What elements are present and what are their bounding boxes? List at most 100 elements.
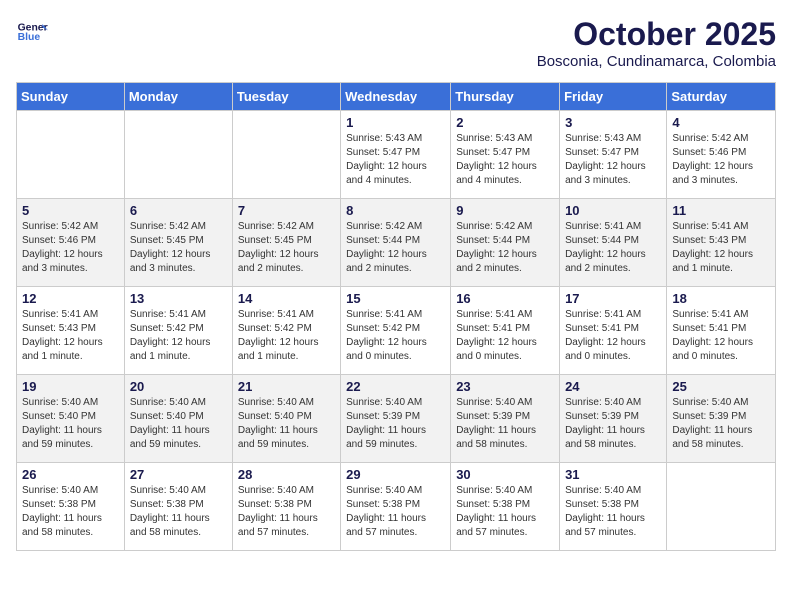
header-day-tuesday: Tuesday (232, 83, 340, 111)
calendar-cell: 27Sunrise: 5:40 AM Sunset: 5:38 PM Dayli… (124, 463, 232, 551)
day-info: Sunrise: 5:40 AM Sunset: 5:39 PM Dayligh… (346, 396, 445, 452)
day-info: Sunrise: 5:40 AM Sunset: 5:40 PM Dayligh… (22, 396, 119, 452)
calendar-cell: 10 Sunrise: 5:41 AM Sunset: 5:44 PM Dayli… (560, 199, 667, 287)
calendar-cell: 16Sunrise: 5:41 AM Sunset: 5:41 PM Dayli… (451, 287, 560, 375)
day-info: Sunrise: 5:40 AM Sunset: 5:39 PM Dayligh… (672, 396, 770, 452)
title-area: October 2025 Bosconia, Cundinamarca, Col… (537, 16, 776, 70)
day-info: Sunrise: 5:43 AM Sunset: 5:47 PM Dayligh… (346, 132, 445, 188)
calendar-cell: 20 Sunrise: 5:40 AM Sunset: 5:40 PM Dayli… (124, 375, 232, 463)
day-number: 29 (346, 467, 445, 482)
day-info: Sunrise: 5:42 AM Sunset: 5:45 PM Dayligh… (238, 220, 335, 276)
day-info: Sunrise: 5:41 AM Sunset: 5:41 PM Dayligh… (565, 308, 661, 364)
calendar-cell: 3Sunrise: 5:43 AM Sunset: 5:47 PM Daylig… (560, 111, 667, 199)
header-row: SundayMondayTuesdayWednesdayThursdayFrid… (17, 83, 776, 111)
calendar-cell: 4Sunrise: 5:42 AM Sunset: 5:46 PM Daylig… (667, 111, 776, 199)
calendar-cell: 8 Sunrise: 5:42 AM Sunset: 5:44 PM Daylig… (341, 199, 451, 287)
header-day-wednesday: Wednesday (341, 83, 451, 111)
day-number: 2 (456, 115, 554, 130)
calendar-table: SundayMondayTuesdayWednesdayThursdayFrid… (16, 82, 776, 551)
calendar-cell: 15 Sunrise: 5:41 AM Sunset: 5:42 PM Dayli… (341, 287, 451, 375)
day-number: 30 (456, 467, 554, 482)
calendar-cell: 12Sunrise: 5:41 AM Sunset: 5:43 PM Dayli… (17, 287, 125, 375)
day-info: Sunrise: 5:40 AM Sunset: 5:39 PM Dayligh… (565, 396, 661, 452)
calendar-cell: 18Sunrise: 5:41 AM Sunset: 5:41 PM Dayli… (667, 287, 776, 375)
day-info: Sunrise: 5:42 AM Sunset: 5:46 PM Dayligh… (22, 220, 119, 276)
day-number: 6 (130, 203, 227, 218)
calendar-cell: 11 Sunrise: 5:41 AM Sunset: 5:43 PM Dayli… (667, 199, 776, 287)
day-number: 10 (565, 203, 661, 218)
calendar-cell: 30 Sunrise: 5:40 AM Sunset: 5:38 PM Dayli… (451, 463, 560, 551)
day-info: Sunrise: 5:40 AM Sunset: 5:38 PM Dayligh… (346, 484, 445, 540)
day-number: 11 (672, 203, 770, 218)
calendar-cell (17, 111, 125, 199)
calendar-cell: 19 Sunrise: 5:40 AM Sunset: 5:40 PM Dayli… (17, 375, 125, 463)
day-info: Sunrise: 5:40 AM Sunset: 5:38 PM Dayligh… (565, 484, 661, 540)
week-row-1: 1 Sunrise: 5:43 AM Sunset: 5:47 PM Daylig… (17, 111, 776, 199)
calendar-cell: 7 Sunrise: 5:42 AM Sunset: 5:45 PM Daylig… (232, 199, 340, 287)
week-row-4: 19 Sunrise: 5:40 AM Sunset: 5:40 PM Dayli… (17, 375, 776, 463)
day-number: 7 (238, 203, 335, 218)
calendar-cell (667, 463, 776, 551)
day-number: 9 (456, 203, 554, 218)
day-info: Sunrise: 5:40 AM Sunset: 5:38 PM Dayligh… (22, 484, 119, 540)
day-info: Sunrise: 5:42 AM Sunset: 5:44 PM Dayligh… (346, 220, 445, 276)
day-info: Sunrise: 5:41 AM Sunset: 5:42 PM Dayligh… (238, 308, 335, 364)
calendar-cell: 31 Sunrise: 5:40 AM Sunset: 5:38 PM Dayli… (560, 463, 667, 551)
day-info: Sunrise: 5:40 AM Sunset: 5:38 PM Dayligh… (130, 484, 227, 540)
day-number: 18 (672, 291, 770, 306)
day-info: Sunrise: 5:42 AM Sunset: 5:45 PM Dayligh… (130, 220, 227, 276)
day-info: Sunrise: 5:40 AM Sunset: 5:39 PM Dayligh… (456, 396, 554, 452)
calendar-cell: 25 Sunrise: 5:40 AM Sunset: 5:39 PM Dayli… (667, 375, 776, 463)
day-number: 13 (130, 291, 227, 306)
header-day-monday: Monday (124, 83, 232, 111)
day-info: Sunrise: 5:40 AM Sunset: 5:38 PM Dayligh… (238, 484, 335, 540)
week-row-3: 12Sunrise: 5:41 AM Sunset: 5:43 PM Dayli… (17, 287, 776, 375)
day-number: 25 (672, 379, 770, 394)
month-title: October 2025 (537, 16, 776, 53)
day-number: 5 (22, 203, 119, 218)
calendar-cell: 28Sunrise: 5:40 AM Sunset: 5:38 PM Dayli… (232, 463, 340, 551)
calendar-cell: 13Sunrise: 5:41 AM Sunset: 5:42 PM Dayli… (124, 287, 232, 375)
calendar-cell: 23 Sunrise: 5:40 AM Sunset: 5:39 PM Dayli… (451, 375, 560, 463)
calendar-cell: 17 Sunrise: 5:41 AM Sunset: 5:41 PM Dayli… (560, 287, 667, 375)
day-number: 1 (346, 115, 445, 130)
day-info: Sunrise: 5:40 AM Sunset: 5:38 PM Dayligh… (456, 484, 554, 540)
logo-icon: General Blue (16, 16, 48, 48)
week-row-2: 5 Sunrise: 5:42 AM Sunset: 5:46 PM Daylig… (17, 199, 776, 287)
day-number: 24 (565, 379, 661, 394)
location-title: Bosconia, Cundinamarca, Colombia (537, 53, 776, 70)
day-info: Sunrise: 5:41 AM Sunset: 5:44 PM Dayligh… (565, 220, 661, 276)
day-number: 26 (22, 467, 119, 482)
calendar-cell (232, 111, 340, 199)
day-number: 20 (130, 379, 227, 394)
day-info: Sunrise: 5:41 AM Sunset: 5:43 PM Dayligh… (672, 220, 770, 276)
day-info: Sunrise: 5:42 AM Sunset: 5:44 PM Dayligh… (456, 220, 554, 276)
day-info: Sunrise: 5:41 AM Sunset: 5:42 PM Dayligh… (346, 308, 445, 364)
calendar-cell: 22 Sunrise: 5:40 AM Sunset: 5:39 PM Dayli… (341, 375, 451, 463)
day-number: 8 (346, 203, 445, 218)
calendar-cell: 6 Sunrise: 5:42 AM Sunset: 5:45 PM Daylig… (124, 199, 232, 287)
header-day-friday: Friday (560, 83, 667, 111)
day-info: Sunrise: 5:40 AM Sunset: 5:40 PM Dayligh… (130, 396, 227, 452)
day-number: 16 (456, 291, 554, 306)
header-day-sunday: Sunday (17, 83, 125, 111)
day-number: 15 (346, 291, 445, 306)
day-info: Sunrise: 5:41 AM Sunset: 5:43 PM Dayligh… (22, 308, 119, 364)
day-number: 22 (346, 379, 445, 394)
logo: General Blue (16, 16, 48, 48)
day-info: Sunrise: 5:40 AM Sunset: 5:40 PM Dayligh… (238, 396, 335, 452)
calendar-cell (124, 111, 232, 199)
day-info: Sunrise: 5:43 AM Sunset: 5:47 PM Dayligh… (456, 132, 554, 188)
day-number: 4 (672, 115, 770, 130)
header-day-saturday: Saturday (667, 83, 776, 111)
calendar-cell: 9 Sunrise: 5:42 AM Sunset: 5:44 PM Daylig… (451, 199, 560, 287)
day-number: 31 (565, 467, 661, 482)
day-number: 21 (238, 379, 335, 394)
day-number: 14 (238, 291, 335, 306)
calendar-cell: 24 Sunrise: 5:40 AM Sunset: 5:39 PM Dayli… (560, 375, 667, 463)
page-header: General Blue October 2025 Bosconia, Cund… (16, 16, 776, 70)
day-number: 19 (22, 379, 119, 394)
day-number: 17 (565, 291, 661, 306)
calendar-cell: 26 Sunrise: 5:40 AM Sunset: 5:38 PM Dayli… (17, 463, 125, 551)
day-number: 23 (456, 379, 554, 394)
